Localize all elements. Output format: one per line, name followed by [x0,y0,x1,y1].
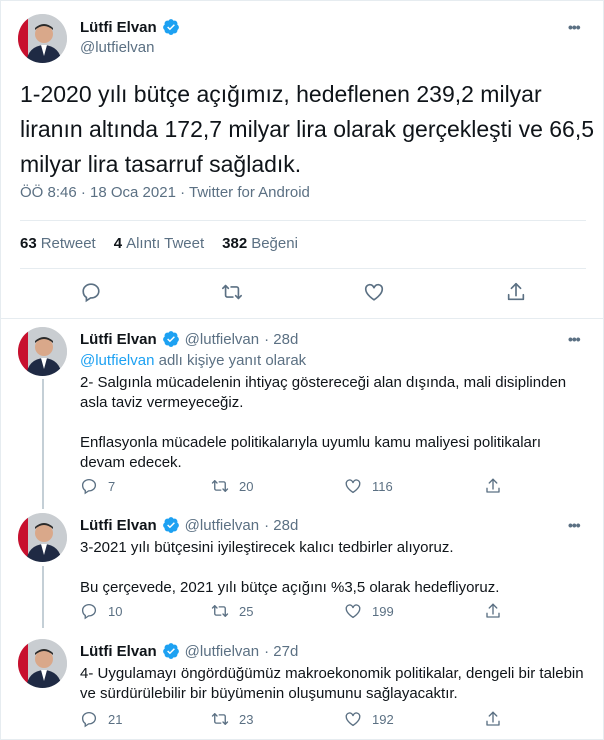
reply-icon [81,711,97,728]
retweet-button[interactable]: 25 [211,602,253,620]
timestamp[interactable]: · 28d [264,331,298,348]
heart-icon [345,479,361,494]
share-icon [486,478,500,493]
reply-button[interactable]: 21 [80,710,122,728]
retweet-icon [211,605,229,617]
share-icon [486,603,500,618]
verified-badge-icon [162,517,179,533]
tweet-text: 2- Salgınla mücadelenin ihtiyaç gösterec… [80,374,567,471]
share-button[interactable] [484,602,502,620]
display-name[interactable]: Lütfi Elvan [80,643,157,660]
handle[interactable]: @lutfielvan [185,517,259,534]
divider [1,318,604,319]
reply-icon [81,478,97,495]
more-icon[interactable]: ••• [568,331,588,347]
avatar[interactable] [18,14,67,63]
verified-badge-icon [162,643,179,659]
retweet-button[interactable]: 20 [211,477,253,495]
timestamp[interactable]: · 27d [264,643,298,660]
thread-line [42,379,44,509]
handle[interactable]: @lutfielvan [80,39,154,56]
tweet-meta[interactable]: ÖÖ 8:46 · 18 Oca 2021 · Twitter for Andr… [20,184,310,201]
reply-button[interactable]: 7 [80,477,115,495]
reply-context: @lutfielvan adlı kişiye yanıt olarak [80,352,307,369]
tweet-thread: Lütfi Elvan @lutfielvan ••• 1-2020 yılı … [0,0,604,740]
retweet-icon [211,480,229,492]
avatar[interactable] [18,513,67,562]
tweet-text: 1-2020 yılı bütçe açığımız, hedeflenen 2… [20,81,595,177]
reply-icon[interactable] [80,281,102,303]
avatar[interactable] [18,327,67,376]
retweet-icon [211,713,229,725]
handle[interactable]: @lutfielvan [185,643,259,660]
heart-icon [345,604,361,619]
thread-line [42,566,44,628]
share-button[interactable] [484,710,502,728]
heart-icon[interactable] [363,281,385,303]
like-button[interactable]: 192 [344,710,394,728]
reply-button[interactable]: 10 [80,602,122,620]
tweet-stats: 63 Retweet 4 Alıntı Tweet 382 Beğeni [20,235,298,252]
quote-stat[interactable]: 4 Alıntı Tweet [114,235,204,252]
like-button[interactable]: 199 [344,602,394,620]
heart-icon [345,712,361,727]
share-icon[interactable] [505,281,527,303]
display-name[interactable]: Lütfi Elvan [80,331,157,348]
share-button[interactable] [484,477,502,495]
verified-badge-icon [162,331,179,347]
tweet-actions: 21 23 192 [80,710,580,730]
retweet-stat[interactable]: 63 Retweet [20,235,96,252]
more-icon[interactable]: ••• [568,19,588,35]
divider [20,220,586,221]
verified-badge-icon [162,19,179,35]
share-icon [486,711,500,726]
retweet-button[interactable]: 23 [211,710,253,728]
display-name[interactable]: Lütfi Elvan [80,19,157,36]
handle[interactable]: @lutfielvan [185,331,259,348]
timestamp[interactable]: · 28d [264,517,298,534]
tweet-actions: 10 25 199 [80,602,580,622]
tweet-actions: 7 20 116 [80,477,580,497]
more-icon[interactable]: ••• [568,517,588,533]
reply-icon [81,603,97,620]
display-name[interactable]: Lütfi Elvan [80,517,157,534]
retweet-icon[interactable] [221,281,243,303]
like-stat[interactable]: 382 Beğeni [222,235,298,252]
like-button[interactable]: 116 [344,477,393,495]
tweet-actions [1,281,604,305]
reply-to-link[interactable]: @lutfielvan [80,352,154,369]
divider [20,268,586,269]
avatar[interactable] [18,639,67,688]
